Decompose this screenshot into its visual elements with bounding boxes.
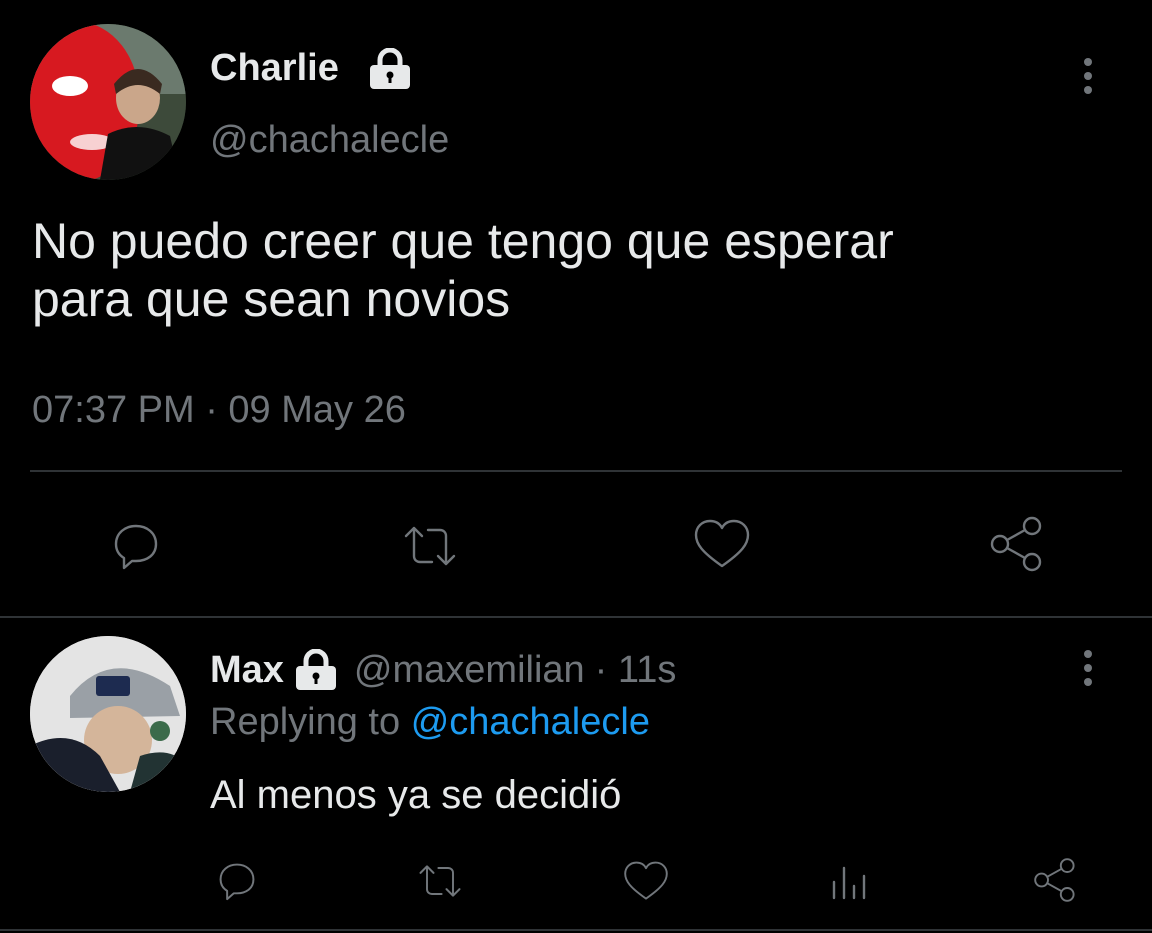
reply-time[interactable]: · 11s (595, 648, 677, 692)
retweet-icon[interactable] (414, 858, 466, 904)
tweet-timestamp[interactable]: 07:37 PM · 09 May 26 (32, 388, 406, 432)
reply-icon[interactable] (108, 518, 164, 574)
tweet-text: No puedo creer que tengo que esperar par… (32, 212, 1122, 328)
replying-mention[interactable]: @chachalecle (411, 701, 650, 743)
reply-header: Max @maxemilian · 11s (210, 648, 676, 692)
reply-avatar[interactable] (30, 636, 186, 792)
share-icon[interactable] (988, 514, 1048, 574)
reply-icon[interactable] (214, 858, 260, 904)
author-name[interactable]: Charlie (210, 46, 339, 90)
like-icon[interactable] (622, 858, 670, 904)
lock-icon (368, 48, 412, 90)
reply-author-handle[interactable]: @maxemilian (354, 648, 585, 692)
like-icon[interactable] (692, 516, 752, 572)
retweet-icon[interactable] (398, 518, 462, 574)
reply-author-name[interactable]: Max (210, 648, 284, 692)
author-avatar[interactable] (30, 24, 186, 180)
divider (30, 470, 1122, 472)
replying-to: Replying to @chachalecle (210, 700, 650, 744)
lock-icon (294, 649, 338, 691)
divider (0, 929, 1152, 931)
more-vertical-icon[interactable] (1076, 56, 1100, 96)
reply-text: Al menos ya se decidió (210, 773, 622, 817)
author-handle[interactable]: @chachalecle (210, 118, 449, 162)
share-icon[interactable] (1032, 856, 1080, 904)
more-vertical-icon[interactable] (1076, 648, 1100, 688)
divider (0, 616, 1152, 618)
analytics-icon[interactable] (828, 862, 872, 902)
tweet-text-line: No puedo creer que tengo que esperar (32, 213, 894, 269)
replying-prefix: Replying to (210, 701, 401, 743)
tweet-text-line: para que sean novios (32, 271, 511, 327)
